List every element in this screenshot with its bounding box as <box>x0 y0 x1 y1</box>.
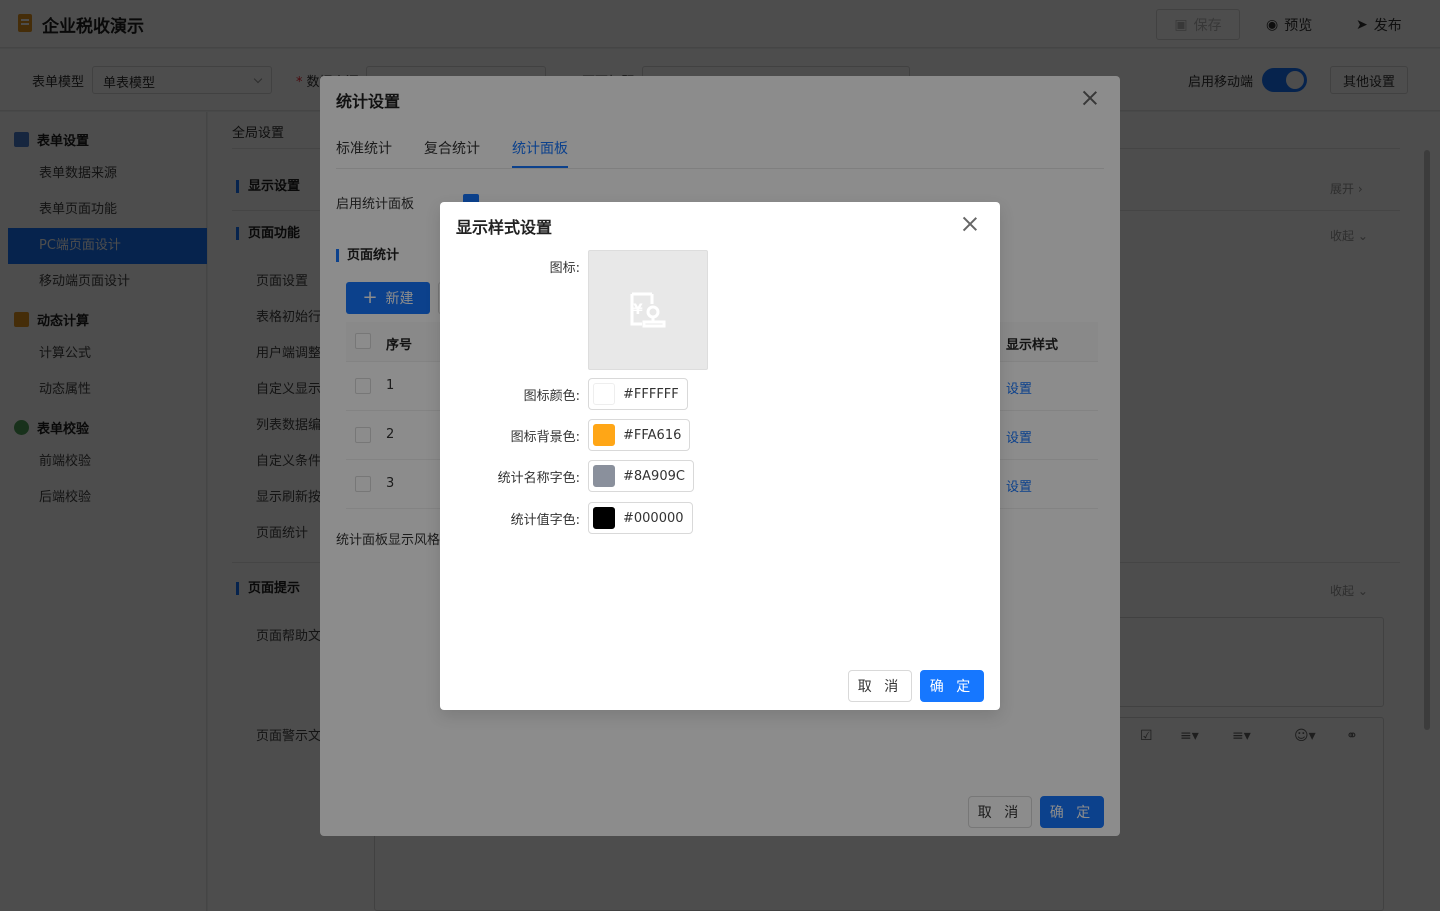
color-swatch <box>593 507 615 529</box>
field-label: 统计名称字色: <box>497 471 580 486</box>
color-value: #FFA616 <box>623 427 682 443</box>
color-value: #8A909C <box>623 468 685 484</box>
svg-text:¥: ¥ <box>633 302 643 318</box>
color-swatch <box>593 465 615 487</box>
field-label: 图标背景色: <box>510 430 580 445</box>
color-swatch <box>593 383 615 405</box>
field-label: 统计值字色: <box>510 513 580 528</box>
tax-yuan-icon: ¥ <box>630 292 666 328</box>
field-label: 图标颜色: <box>523 389 580 404</box>
icon-color-picker[interactable]: #FFFFFF <box>588 378 688 410</box>
color-swatch <box>593 424 615 446</box>
close-icon[interactable] <box>962 216 978 232</box>
color-value: #000000 <box>623 510 684 526</box>
display-style-modal: 显示样式设置 图标: ¥ 图标颜色: #FFFFFF 图标背景色: #FFA61… <box>440 202 1000 710</box>
cancel-button[interactable]: 取 消 <box>848 670 912 702</box>
icon-bg-color-picker[interactable]: #FFA616 <box>588 419 691 451</box>
icon-picker[interactable]: ¥ <box>588 250 708 370</box>
value-color-picker[interactable]: #000000 <box>588 502 693 534</box>
ok-button[interactable]: 确 定 <box>920 670 984 702</box>
color-value: #FFFFFF <box>623 386 679 402</box>
modal-title: 显示样式设置 <box>456 218 553 237</box>
name-color-picker[interactable]: #8A909C <box>588 460 694 492</box>
icon-label: 图标: <box>549 261 580 276</box>
